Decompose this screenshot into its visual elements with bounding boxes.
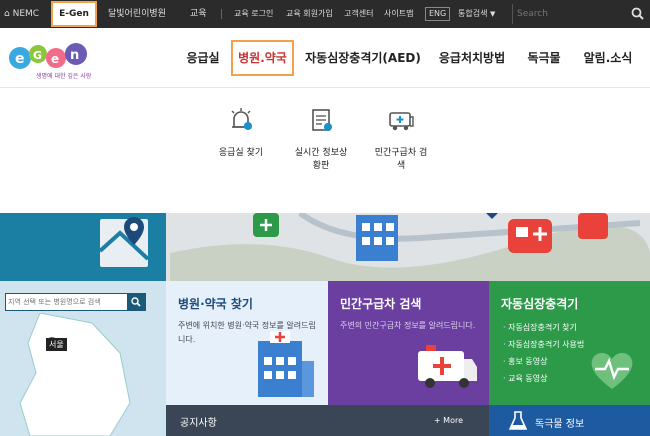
logo-tagline: 생명에 대한 깊은 사랑 — [36, 73, 92, 80]
hospital-pharmacy-card[interactable]: 병원·약국 찾기 주변에 위치한 병원·약국 정보를 알려드립니다. — [166, 281, 328, 405]
aed-find-link[interactable]: · 자동심장충격기 찾기 — [503, 319, 584, 336]
card-title: 자동심장충격기 — [501, 297, 579, 311]
submenu-er-search[interactable]: 응급실 찾기 — [196, 107, 286, 158]
nav-emergency-room[interactable]: 응급실 — [178, 40, 228, 76]
poison-info-title: 독극물 정보 — [535, 419, 585, 430]
card-title: 병원·약국 찾기 — [178, 297, 253, 311]
card-title: 민간구급차 검색 — [340, 297, 422, 311]
integrated-search-dropdown[interactable]: 통합검색 ▼ — [458, 0, 495, 28]
card-desc: 주변의 민간구급차 정보를 알려드립니다. — [340, 321, 476, 330]
divider — [221, 9, 222, 19]
submenu-ambulance-search[interactable]: 민간구급차 검 색 — [356, 107, 446, 171]
poison-info-bar[interactable]: 독극물 정보 — [489, 405, 650, 436]
region-search-input[interactable] — [8, 295, 126, 309]
education-link[interactable]: 교육 — [190, 0, 207, 28]
nav-aed[interactable]: 자동심장충격기(AED) — [304, 40, 422, 76]
map-pin-icon — [100, 217, 150, 267]
region-map-panel — [0, 213, 166, 436]
emergency-siren-icon — [231, 108, 252, 130]
main-header: e G e n 생명에 대한 깊은 사랑 응급실 병원.약국 자동심장충격기(A… — [0, 28, 650, 88]
nav-hospital-pharmacy[interactable]: 병원.약국 — [231, 40, 294, 76]
svg-text:n: n — [70, 48, 79, 63]
flask-icon — [509, 411, 527, 430]
submenu-realtime-status[interactable]: 실시간 정보상 황판 — [276, 107, 366, 171]
region-search-button[interactable] — [127, 294, 145, 310]
egen-tab[interactable]: E-Gen — [51, 1, 97, 27]
home-icon: ⌂ — [4, 9, 10, 19]
sitemap-link[interactable]: 사이트맵 — [384, 0, 413, 28]
nav-first-aid[interactable]: 응급처치방법 — [432, 40, 512, 76]
aed-promo-video-link[interactable]: · 홍보 동영상 — [503, 353, 584, 370]
notice-title: 공지사항 — [180, 418, 217, 429]
svg-text:G: G — [33, 49, 42, 62]
heart-pulse-icon — [591, 352, 633, 389]
hospital-building-icon — [258, 331, 314, 397]
korea-map — [19, 313, 131, 436]
aed-edu-video-link[interactable]: · 교육 동영상 — [503, 370, 584, 387]
edu-login-link[interactable]: 교육 로그인 — [234, 0, 273, 28]
search-box — [512, 4, 650, 24]
aed-card[interactable]: 자동심장충격기 · 자동심장충격기 찾기 · 자동심장충격기 사용법 · 홍보 … — [489, 281, 650, 405]
ambulance-icon — [418, 345, 477, 388]
clipboard-icon — [312, 109, 332, 131]
search-icon[interactable] — [631, 7, 644, 20]
caret-down-icon: ▼ — [490, 10, 496, 18]
nemc-link[interactable]: ⌂ NEMC — [4, 0, 39, 28]
notice-more-link[interactable]: + More — [434, 416, 463, 425]
ambulance-icon — [389, 112, 414, 131]
customer-center-link[interactable]: 고객센터 — [344, 0, 373, 28]
seoul-label[interactable]: 서울 — [46, 338, 67, 351]
region-search-box — [5, 293, 146, 311]
edu-signup-link[interactable]: 교육 회원가입 — [286, 0, 333, 28]
kids-hospital-link[interactable]: 달빛어린이병원 — [108, 0, 166, 28]
search-input[interactable] — [517, 6, 627, 22]
svg-text:e: e — [15, 51, 25, 67]
nav-notices[interactable]: 알림.소식 — [576, 40, 640, 76]
egen-logo[interactable]: e G e n 생명에 대한 깊은 사랑 — [6, 38, 98, 82]
aed-link-list: · 자동심장충격기 찾기 · 자동심장충격기 사용법 · 홍보 동영상 · 교육… — [503, 319, 584, 387]
nav-poison[interactable]: 독극물 — [522, 40, 566, 76]
search-icon — [131, 297, 141, 307]
top-utility-bar: ⌂ NEMC E-Gen 달빛어린이병원 교육 교육 로그인 교육 회원가입 고… — [0, 0, 650, 28]
ambulance-search-card[interactable]: 민간구급차 검색 주변의 민간구급차 정보를 알려드립니다. — [328, 281, 489, 405]
eng-button[interactable]: ENG — [425, 7, 451, 21]
notice-bar: 공지사항 + More — [166, 405, 489, 436]
submenu-panel: 응급실 찾기 실시간 정보상 황판 민간구급차 검 색 — [0, 89, 650, 213]
svg-text:e: e — [51, 52, 59, 66]
aed-usage-link[interactable]: · 자동심장충격기 사용법 — [503, 336, 584, 353]
